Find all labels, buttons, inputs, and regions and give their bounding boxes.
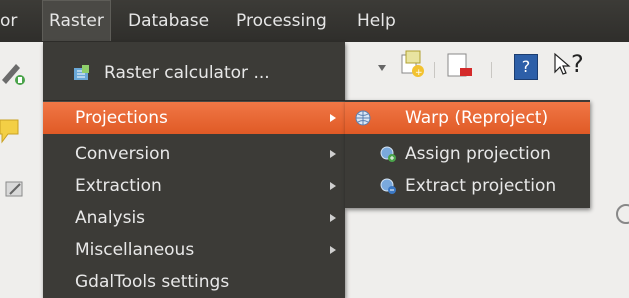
svg-text:+: + [415,68,423,78]
pointer-icon[interactable] [553,52,571,76]
menu-item-conversion[interactable]: Conversion [43,138,345,170]
assign-projection-icon [380,146,396,162]
toolbar-separator [491,62,492,78]
menu-item-assign-projection[interactable]: Assign projection [345,138,590,170]
extract-projection-icon [380,178,396,194]
menu-processing[interactable]: Processing [236,0,327,42]
submenu-arrow-icon [330,214,336,222]
zoom-icon[interactable] [612,202,629,232]
menu-item-extract-projection[interactable]: Extract projection [345,170,590,202]
menu-item-label: Assign projection [405,144,551,164]
menu-item-extraction[interactable]: Extraction [43,170,345,202]
submenu-arrow-icon [330,150,336,158]
dropdown-arrow-icon[interactable] [378,65,386,71]
menu-item-gdaltools-settings[interactable]: GdalTools settings [43,266,345,298]
submenu-arrow-icon [330,114,336,122]
submenu-arrow-icon [330,182,336,190]
menu-item-label: Analysis [75,208,146,228]
whats-this-icon[interactable]: ? [571,50,584,78]
menu-item-warp-reproject[interactable]: Warp (Reproject) [345,102,590,134]
menu-item-label: Miscellaneous [75,240,195,260]
digitize-icon[interactable] [0,60,26,86]
menu-item-analysis[interactable]: Analysis [43,202,345,234]
menu-item-miscellaneous[interactable]: Miscellaneous [43,234,345,266]
menubar: or Raster Database Processing Help [0,0,629,42]
menu-item-label: GdalTools settings [75,272,230,292]
raster-calculator-label: Raster calculator ... [104,63,270,83]
submenu-arrow-icon [330,246,336,254]
menu-item-label: Extraction [75,176,162,196]
menu-vector[interactable]: or [0,0,17,42]
menu-database[interactable]: Database [128,0,209,42]
help-icon[interactable]: ? [514,54,538,80]
toolbar-separator [434,62,435,78]
menu-item-label: Projections [75,108,168,128]
annotation-icon[interactable] [0,118,24,146]
raster-menu: Raster calculator ... Projections Conver… [43,42,345,298]
menu-item-label: Extract projection [405,176,557,196]
menu-item-projections[interactable]: Projections [43,102,345,134]
raster-calculator-icon [74,65,89,80]
menu-help[interactable]: Help [357,0,396,42]
print-composer-icon[interactable] [4,178,26,200]
warp-icon [355,110,371,126]
menu-item-label: Warp (Reproject) [405,108,549,128]
projections-submenu: Warp (Reproject) Assign projection Extra… [345,100,590,208]
raster-calculator-item[interactable]: Raster calculator ... [43,56,345,90]
menu-item-label: Conversion [75,144,171,164]
new-layer-icon[interactable]: + [396,49,426,79]
menu-raster[interactable]: Raster [42,0,111,41]
remove-layer-icon[interactable] [446,52,474,80]
